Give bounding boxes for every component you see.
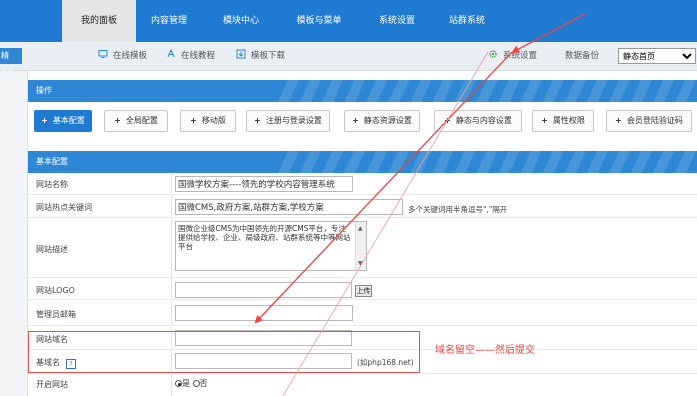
row-divider — [171, 278, 172, 299]
basic-config-title: 基本配置 — [36, 157, 68, 166]
top-nav: 我的面板 内容管理 模块中心 模板与菜单 系统设置 站群系统 — [0, 0, 697, 42]
description-text: 国微企业级CMS为中国领先的开源CMS平台，专注提供给学校、企业、局级政府、站群… — [178, 224, 351, 251]
tab-static-content[interactable]: + 静态与内容设置 — [434, 110, 522, 132]
tab-static-resource-label: 静态资源设置 — [363, 116, 412, 125]
open-site-radios: 是 否 — [175, 378, 208, 389]
plus-icon: + — [254, 116, 261, 125]
sidebar-toggle[interactable]: 精>> — [0, 48, 22, 76]
plus-icon: + — [114, 116, 121, 125]
row-open-site: 开启网站 — [28, 374, 697, 396]
plus-icon: + — [444, 116, 451, 125]
tab-mobile-label: 移动版 — [201, 116, 226, 125]
template-download-link[interactable]: 模板下载 — [236, 42, 285, 71]
tab-member-captcha-label: 会员登陆验证码 — [626, 116, 683, 125]
tab-static-content-label: 静态与内容设置 — [455, 116, 512, 125]
online-templates-label: 在线模板 — [113, 51, 148, 61]
tab-register-login[interactable]: + 注册与登录设置 — [246, 110, 330, 132]
data-backup-link[interactable]: 数据备份 — [565, 42, 599, 71]
row-site-name: 网站名称 — [28, 173, 697, 195]
sub-toolbar: 精>> 在线模板 在线教程 模板下载 系统设置 数据备份 静态首页 — [0, 42, 697, 76]
nav-templates-menus[interactable]: 模板与菜单 — [280, 0, 358, 42]
row-divider — [171, 173, 172, 194]
textarea-scrollbar[interactable]: ▲ ▼ — [355, 222, 366, 270]
keywords-input[interactable] — [175, 199, 403, 215]
plus-icon: + — [41, 116, 48, 125]
tab-global-config-label: 全局配置 — [125, 116, 158, 125]
header-stripes — [277, 151, 697, 173]
keywords-hint: 多个关键词用半角逗号","隔开 — [408, 205, 508, 214]
nav-module-center[interactable]: 模块中心 — [202, 0, 280, 42]
system-settings-label: 系统设置 — [503, 51, 538, 61]
open-site-no-radio[interactable] — [192, 380, 200, 387]
logo-input[interactable] — [175, 282, 352, 298]
plus-icon: + — [615, 116, 622, 125]
tab-basic-config-label: 基本配置 — [52, 116, 85, 125]
config-tabs: + 基本配置 + 全局配置 + 移动版 + 注册与登录设置 + 静态资源设置 + 静态与内容… — [28, 104, 697, 140]
highlight-box — [28, 331, 420, 373]
operations-header: 操作 — [28, 80, 697, 102]
nav-content-management[interactable]: 内容管理 — [136, 0, 202, 42]
row-divider — [171, 218, 172, 277]
site-name-input[interactable] — [175, 176, 353, 192]
tab-basic-config[interactable]: + 基本配置 — [34, 110, 92, 132]
online-tutorial-link[interactable]: 在线教程 — [166, 42, 215, 71]
left-gutter — [0, 71, 28, 396]
online-templates-link[interactable]: 在线模板 — [98, 42, 147, 71]
row-admin-email: 管理员邮箱 — [28, 300, 697, 326]
system-settings-link[interactable]: 系统设置 — [488, 42, 537, 71]
tab-static-resource[interactable]: + 静态资源设置 — [344, 110, 420, 132]
nav-site-group[interactable]: 站群系统 — [436, 0, 498, 42]
open-site-yes-label: 是 — [182, 379, 190, 388]
description-label: 网站描述 — [36, 245, 68, 254]
open-site-yes-radio[interactable] — [175, 380, 182, 387]
static-page-select[interactable]: 静态首页 — [618, 48, 696, 64]
plus-icon: + — [190, 116, 197, 125]
admin-email-label: 管理员邮箱 — [36, 310, 76, 319]
annotation-text: 域名留空——然后提交 — [435, 345, 535, 356]
template-download-label: 模板下载 — [251, 51, 286, 61]
monitor-icon — [98, 50, 108, 58]
scroll-down-icon[interactable]: ▼ — [358, 259, 363, 268]
row-divider — [171, 300, 172, 325]
online-tutorial-label: 在线教程 — [181, 51, 216, 61]
tab-attribute-permission-label: 属性权限 — [552, 116, 585, 125]
tab-global-config[interactable]: + 全局配置 — [104, 110, 168, 132]
nav-system-settings[interactable]: 系统设置 — [358, 0, 436, 42]
description-textarea[interactable]: 国微企业级CMS为中国领先的开源CMS平台，专注提供给学校、企业、局级政府、站群… — [175, 221, 367, 271]
site-name-label: 网站名称 — [36, 180, 68, 189]
header-stripes — [277, 80, 697, 102]
download-icon — [236, 49, 246, 59]
tab-mobile[interactable]: + 移动版 — [180, 110, 236, 132]
tab-member-captcha[interactable]: + 会员登陆验证码 — [606, 110, 692, 132]
basic-config-header: 基本配置 — [28, 151, 697, 173]
open-site-no-label: 否 — [199, 379, 208, 388]
admin-email-input[interactable] — [175, 305, 353, 321]
keywords-label: 网站热点关键词 — [36, 203, 92, 212]
tab-register-login-label: 注册与登录设置 — [265, 116, 322, 125]
operations-title: 操作 — [36, 86, 52, 95]
nav-my-panel[interactable]: 我的面板 — [62, 0, 136, 42]
scroll-up-icon[interactable]: ▲ — [358, 224, 363, 233]
row-divider — [171, 374, 172, 396]
plus-icon: + — [541, 116, 548, 125]
upload-button[interactable]: 上传 — [355, 285, 372, 297]
tab-attribute-permission[interactable]: + 属性权限 — [532, 110, 594, 132]
gear-icon — [489, 50, 497, 58]
logo-label: 网站LOGO — [36, 286, 75, 295]
row-divider — [171, 195, 172, 217]
tutorial-icon — [167, 49, 175, 58]
plus-icon: + — [352, 116, 359, 125]
open-site-label: 开启网站 — [36, 380, 68, 389]
